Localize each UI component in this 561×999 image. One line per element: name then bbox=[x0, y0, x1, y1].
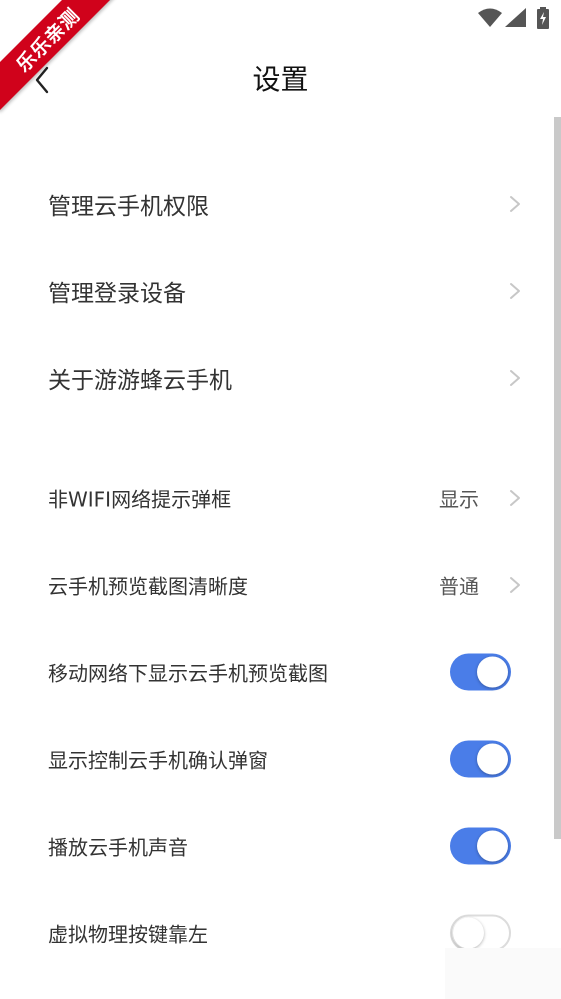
row-label: 虚拟物理按键靠左 bbox=[48, 922, 208, 946]
wifi-icon bbox=[478, 8, 502, 32]
page-title: 设置 bbox=[252, 63, 309, 96]
chevron-right-icon bbox=[510, 576, 520, 593]
sound-toggle-row: 播放云手机声音 bbox=[0, 802, 550, 889]
scrollbar[interactable] bbox=[554, 117, 561, 839]
about-row[interactable]: 关于游游蜂云手机 bbox=[0, 334, 550, 421]
chevron-right-icon bbox=[510, 369, 520, 386]
signal-icon bbox=[505, 8, 527, 32]
row-value: 普通 bbox=[439, 574, 479, 598]
row-value: 显示 bbox=[439, 487, 479, 511]
row-label: 云手机预览截图清晰度 bbox=[48, 574, 248, 598]
keys-left-toggle[interactable] bbox=[450, 914, 511, 951]
confirm-dialog-toggle-row: 显示控制云手机确认弹窗 bbox=[0, 715, 550, 802]
mobile-preview-toggle-row: 移动网络下显示云手机预览截图 bbox=[0, 628, 550, 715]
screenshot-quality-row[interactable]: 云手机预览截图清晰度 普通 bbox=[0, 541, 550, 628]
mobile-preview-toggle[interactable] bbox=[450, 653, 511, 690]
battery-charging-icon bbox=[536, 7, 550, 33]
row-label: 显示控制云手机确认弹窗 bbox=[48, 748, 268, 772]
chevron-right-icon bbox=[510, 282, 520, 299]
chevron-right-icon bbox=[510, 489, 520, 506]
row-label: 管理登录设备 bbox=[48, 280, 186, 307]
toggle-knob bbox=[477, 743, 508, 774]
row-label: 移动网络下显示云手机预览截图 bbox=[48, 661, 328, 685]
manage-devices-row[interactable]: 管理登录设备 bbox=[0, 247, 550, 334]
row-label: 管理云手机权限 bbox=[48, 193, 209, 220]
row-label: 播放云手机声音 bbox=[48, 835, 188, 859]
confirm-dialog-toggle[interactable] bbox=[450, 740, 511, 777]
settings-page: 乐乐亲测 设置 管理云手机权限 管理登录设备 关于游游蜂云手机 非WIFI网络提… bbox=[0, 0, 561, 999]
non-wifi-prompt-row[interactable]: 非WIFI网络提示弹框 显示 bbox=[0, 454, 550, 541]
row-label: 关于游游蜂云手机 bbox=[48, 367, 232, 394]
toggle-knob bbox=[477, 656, 508, 687]
row-label: 非WIFI网络提示弹框 bbox=[48, 487, 232, 511]
sound-toggle[interactable] bbox=[450, 827, 511, 864]
toggle-knob bbox=[453, 917, 484, 948]
toggle-knob bbox=[477, 830, 508, 861]
header: 设置 bbox=[0, 48, 561, 112]
manage-permissions-row[interactable]: 管理云手机权限 bbox=[0, 160, 550, 247]
bottom-overlay bbox=[445, 948, 561, 999]
chevron-right-icon bbox=[510, 195, 520, 212]
